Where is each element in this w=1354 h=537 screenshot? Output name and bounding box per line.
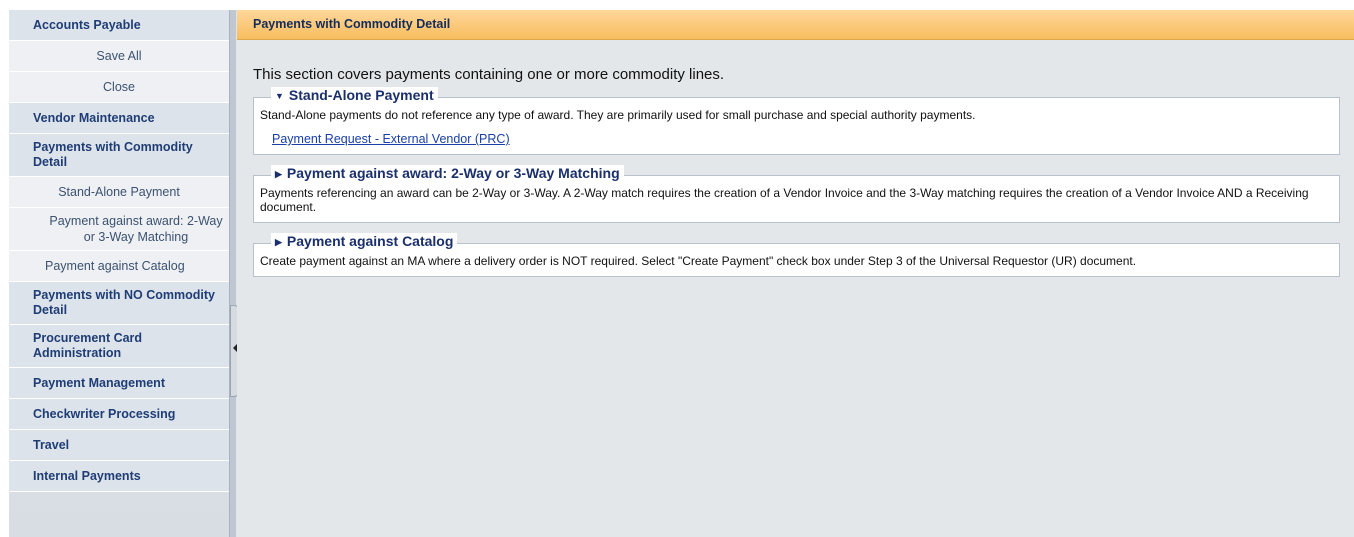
sidebar-item-save-all[interactable]: Save All — [9, 41, 229, 72]
window-top-border — [0, 0, 1354, 10]
sidebar-item-label: Accounts Payable — [33, 18, 141, 32]
section-payment-against-catalog: ▶ Payment against Catalog Create payment … — [253, 233, 1340, 277]
section-box: Stand-Alone payments do not reference an… — [253, 97, 1340, 155]
section-payment-against-award: ▶ Payment against award: 2-Way or 3-Way M… — [253, 165, 1340, 223]
intro-text: This section covers payments containing … — [253, 66, 725, 83]
section-stand-alone-payment: ▼ Stand-Alone Payment Stand-Alone payment… — [253, 87, 1340, 155]
sidebar-item-label: Save All — [96, 49, 142, 63]
section-toggle-payment-against-catalog[interactable]: ▶ Payment against Catalog — [271, 233, 458, 249]
sidebar-item-label: Vendor Maintenance — [33, 111, 155, 125]
sidebar-item-label: Stand-Alone Payment — [58, 185, 180, 199]
sidebar-item-payments-with-commodity-detail[interactable]: Payments with Commodity Detail — [9, 134, 229, 177]
sidebar-item-procurement-card-administration[interactable]: Procurement Card Administration — [9, 325, 229, 368]
section-box: Payments referencing an award can be 2-W… — [253, 175, 1340, 223]
sidebar-item-internal-payments[interactable]: Internal Payments — [9, 461, 229, 492]
section-toggle-stand-alone-payment[interactable]: ▼ Stand-Alone Payment — [271, 87, 438, 103]
payment-request-external-vendor-link[interactable]: Payment Request - External Vendor (PRC) — [272, 132, 510, 146]
sidebar-item-close[interactable]: Close — [9, 72, 229, 103]
page-title: Payments with Commodity Detail — [237, 10, 1354, 40]
section-title: Payment against Catalog — [286, 233, 454, 249]
caret-down-icon: ▼ — [275, 91, 284, 101]
window-left-border — [0, 0, 9, 537]
sidebar-item-stand-alone-payment[interactable]: Stand-Alone Payment — [9, 177, 229, 208]
sidebar-item-label: Payment Management — [33, 376, 165, 390]
section-title: Payment against award: 2-Way or 3-Way Ma… — [286, 165, 620, 181]
sidebar-item-label: Procurement Card Administration — [33, 331, 143, 360]
sidebar: Accounts Payable Save All Close Vendor M… — [9, 10, 229, 537]
section-description: Create payment against an MA where a del… — [260, 254, 1137, 268]
sidebar-item-vendor-maintenance[interactable]: Vendor Maintenance — [9, 103, 229, 134]
sidebar-item-payment-against-catalog[interactable]: Payment against Catalog — [9, 251, 229, 282]
caret-right-icon: ▶ — [275, 169, 282, 179]
sidebar-splitter[interactable] — [229, 10, 240, 537]
sidebar-item-payment-against-award[interactable]: Payment against award: 2-Way or 3-Way Ma… — [9, 208, 229, 251]
sidebar-item-label: Payments with NO Commodity Detail — [33, 288, 215, 317]
section-title: Stand-Alone Payment — [288, 87, 434, 103]
app-window: Accounts Payable Save All Close Vendor M… — [0, 0, 1354, 537]
main-content: Payments with Commodity Detail This sect… — [237, 10, 1354, 537]
sidebar-item-travel[interactable]: Travel — [9, 430, 229, 461]
sidebar-item-payments-with-no-commodity-detail[interactable]: Payments with NO Commodity Detail — [9, 282, 229, 325]
sidebar-item-label: Internal Payments — [33, 469, 141, 483]
sidebar-item-checkwriter-processing[interactable]: Checkwriter Processing — [9, 399, 229, 430]
sidebar-item-accounts-payable[interactable]: Accounts Payable — [9, 10, 229, 41]
sidebar-item-label: Payments with Commodity Detail — [33, 140, 193, 169]
sidebar-item-label: Payment against award: 2-Way or 3-Way Ma… — [49, 214, 223, 244]
caret-right-icon: ▶ — [275, 237, 282, 247]
section-toggle-payment-against-award[interactable]: ▶ Payment against award: 2-Way or 3-Way M… — [271, 165, 624, 181]
sidebar-item-label: Close — [103, 80, 135, 94]
section-description: Payments referencing an award can be 2-W… — [260, 186, 1309, 214]
sidebar-item-payment-management[interactable]: Payment Management — [9, 368, 229, 399]
section-description: Stand-Alone payments do not reference an… — [260, 108, 976, 122]
sidebar-nav: Accounts Payable Save All Close Vendor M… — [9, 10, 229, 492]
sidebar-item-label: Payment against Catalog — [45, 259, 185, 273]
sidebar-item-label: Travel — [33, 438, 70, 452]
sidebar-item-label: Checkwriter Processing — [33, 407, 176, 421]
